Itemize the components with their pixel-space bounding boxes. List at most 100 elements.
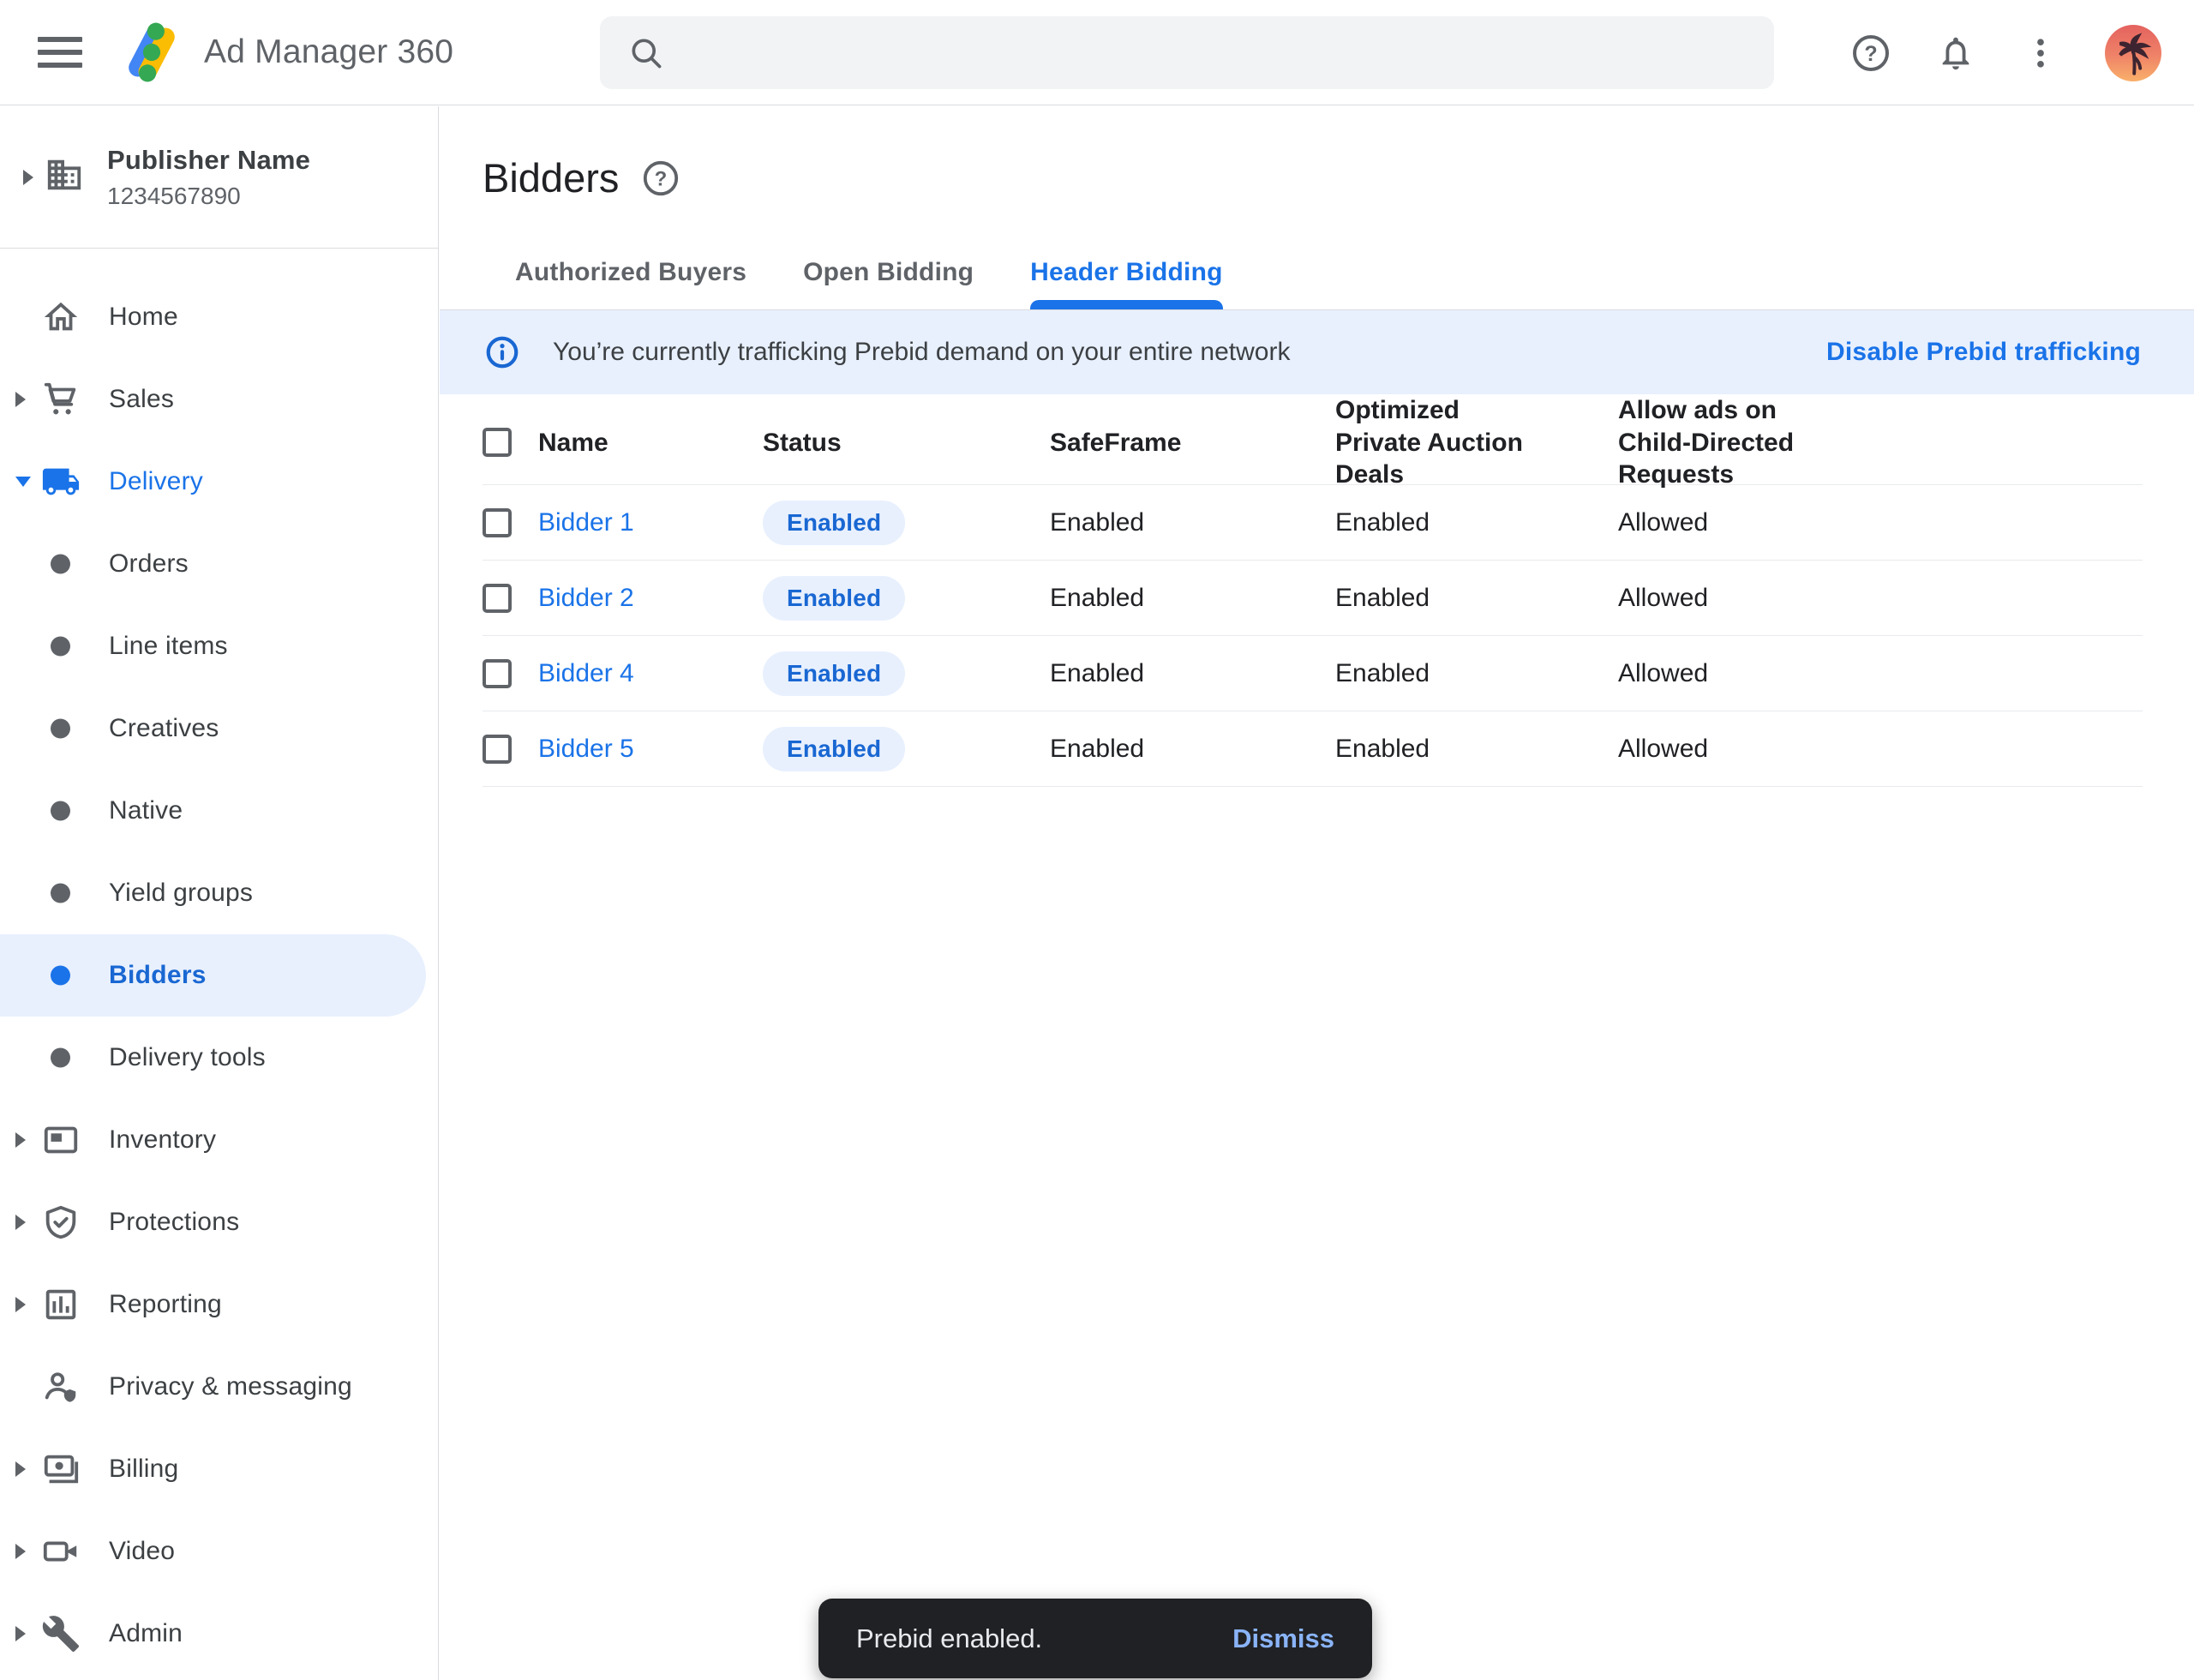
table-row: Bidder 4 Enabled Enabled Enabled Allowed [483,636,2143,711]
search-input[interactable] [689,27,1750,79]
sidebar-item-line-items[interactable]: Line items [0,605,426,687]
column-header-status: Status [763,427,1050,459]
sidebar-item-delivery[interactable]: Delivery [0,441,426,523]
bullet-icon [51,1048,70,1068]
row-checkbox[interactable] [483,735,512,764]
row-checkbox[interactable] [483,508,512,537]
sidebar-item-bidders[interactable]: Bidders [0,934,426,1017]
sidebar-item-inventory[interactable]: Inventory [0,1099,426,1181]
svg-text:?: ? [655,167,668,190]
bullet-icon [51,637,70,657]
bullet-icon [51,884,70,903]
bidder-link[interactable]: Bidder 2 [538,584,634,612]
bullet-icon [51,719,70,739]
safeframe-value: Enabled [1050,508,1335,537]
expand-right-icon [15,392,26,407]
select-all-checkbox[interactable] [483,428,512,457]
safeframe-value: Enabled [1050,659,1335,688]
tab-authorized-buyers[interactable]: Authorized Buyers [515,258,746,309]
notifications-icon[interactable] [1935,33,1976,74]
sidebar-item-yield-groups[interactable]: Yield groups [0,852,426,934]
tab-header-bidding[interactable]: Header Bidding [1030,258,1223,309]
sidebar-item-admin[interactable]: Admin [0,1593,426,1675]
videocam-icon [40,1531,81,1572]
table-row: Bidder 1 Enabled Enabled Enabled Allowed [483,485,2143,561]
page-help-icon[interactable]: ? [641,159,680,198]
account-avatar[interactable] [2105,25,2161,81]
child-directed-value: Allowed [1618,735,2143,764]
menu-icon[interactable] [38,35,82,69]
sidebar-item-label: Admin [109,1619,183,1648]
snackbar-toast: Prebid enabled. Dismiss [818,1599,1372,1678]
banner-message: You’re currently trafficking Prebid dema… [553,338,1290,367]
bidder-link[interactable]: Bidder 1 [538,508,634,537]
sidebar: Publisher Name 1234567890 Home Sales [0,106,439,1680]
truck-icon [40,461,81,502]
expand-right-icon [23,170,33,185]
person-shield-icon [40,1366,81,1407]
bidder-link[interactable]: Bidder 4 [538,659,634,687]
prebid-info-banner: You’re currently trafficking Prebid dema… [440,310,2194,394]
ad-manager-logo-icon [118,19,185,86]
sidebar-item-orders[interactable]: Orders [0,523,426,605]
dismiss-button[interactable]: Dismiss [1232,1623,1334,1654]
sidebar-item-label: Creatives [109,714,219,743]
child-directed-value: Allowed [1618,584,2143,613]
status-badge: Enabled [763,651,905,696]
sidebar-item-home[interactable]: Home [0,276,426,358]
bidder-link[interactable]: Bidder 5 [538,735,634,763]
sidebar-item-label: Line items [109,632,228,661]
bullet-icon [51,801,70,821]
sidebar-item-protections[interactable]: Protections [0,1181,426,1263]
optimized-deals-value: Enabled [1335,508,1618,537]
sidebar-item-video[interactable]: Video [0,1510,426,1593]
publisher-selector[interactable]: Publisher Name 1234567890 [0,106,438,249]
sidebar-item-label: Orders [109,549,189,579]
sidebar-item-privacy-messaging[interactable]: Privacy & messaging [0,1346,426,1428]
payments-icon [40,1449,81,1490]
table-row: Bidder 5 Enabled Enabled Enabled Allowed [483,711,2143,787]
child-directed-value: Allowed [1618,508,2143,537]
svg-text:?: ? [1864,41,1877,65]
disable-prebid-trafficking-link[interactable]: Disable Prebid trafficking [1826,338,2141,367]
row-checkbox[interactable] [483,659,512,688]
sidebar-item-label: Bidders [109,961,207,990]
home-icon [40,297,81,338]
status-badge: Enabled [763,501,905,545]
tab-open-bidding[interactable]: Open Bidding [803,258,974,309]
sidebar-item-label: Yield groups [109,879,253,908]
main-content: Bidders ? Authorized Buyers Open Bidding… [440,106,2194,1680]
page-title: Bidders [483,154,619,201]
safeframe-value: Enabled [1050,735,1335,764]
app-title: Ad Manager 360 [204,33,453,71]
sidebar-item-label: Reporting [109,1290,222,1319]
sidebar-item-label: Home [109,303,178,332]
sidebar-item-sales[interactable]: Sales [0,358,426,441]
bar-chart-icon [40,1284,81,1325]
sidebar-item-reporting[interactable]: Reporting [0,1263,426,1346]
column-header-name: Name [538,427,763,459]
child-directed-value: Allowed [1618,659,2143,688]
sidebar-item-label: Native [109,796,183,825]
sidebar-item-label: Delivery tools [109,1043,266,1072]
sidebar-item-creatives[interactable]: Creatives [0,687,426,770]
sidebar-item-label: Sales [109,385,174,414]
sidebar-item-delivery-tools[interactable]: Delivery tools [0,1017,426,1099]
help-icon[interactable]: ? [1850,33,1891,74]
row-checkbox[interactable] [483,584,512,613]
sidebar-item-label: Inventory [109,1125,216,1155]
optimized-deals-value: Enabled [1335,584,1618,613]
sidebar-item-label: Protections [109,1208,239,1237]
search-bar[interactable] [600,16,1774,89]
bidders-table: Name Status SafeFrame Optimized Private … [440,394,2194,787]
sidebar-item-billing[interactable]: Billing [0,1428,426,1510]
safeframe-value: Enabled [1050,584,1335,613]
table-header-row: Name Status SafeFrame Optimized Private … [483,394,2143,485]
expand-right-icon [15,1626,26,1641]
sidebar-item-label: Video [109,1537,175,1566]
publisher-id: 1234567890 [107,183,310,210]
shield-check-icon [40,1202,81,1243]
more-vert-icon[interactable] [2020,33,2061,74]
sidebar-item-label: Delivery [109,467,203,496]
sidebar-item-native[interactable]: Native [0,770,426,852]
